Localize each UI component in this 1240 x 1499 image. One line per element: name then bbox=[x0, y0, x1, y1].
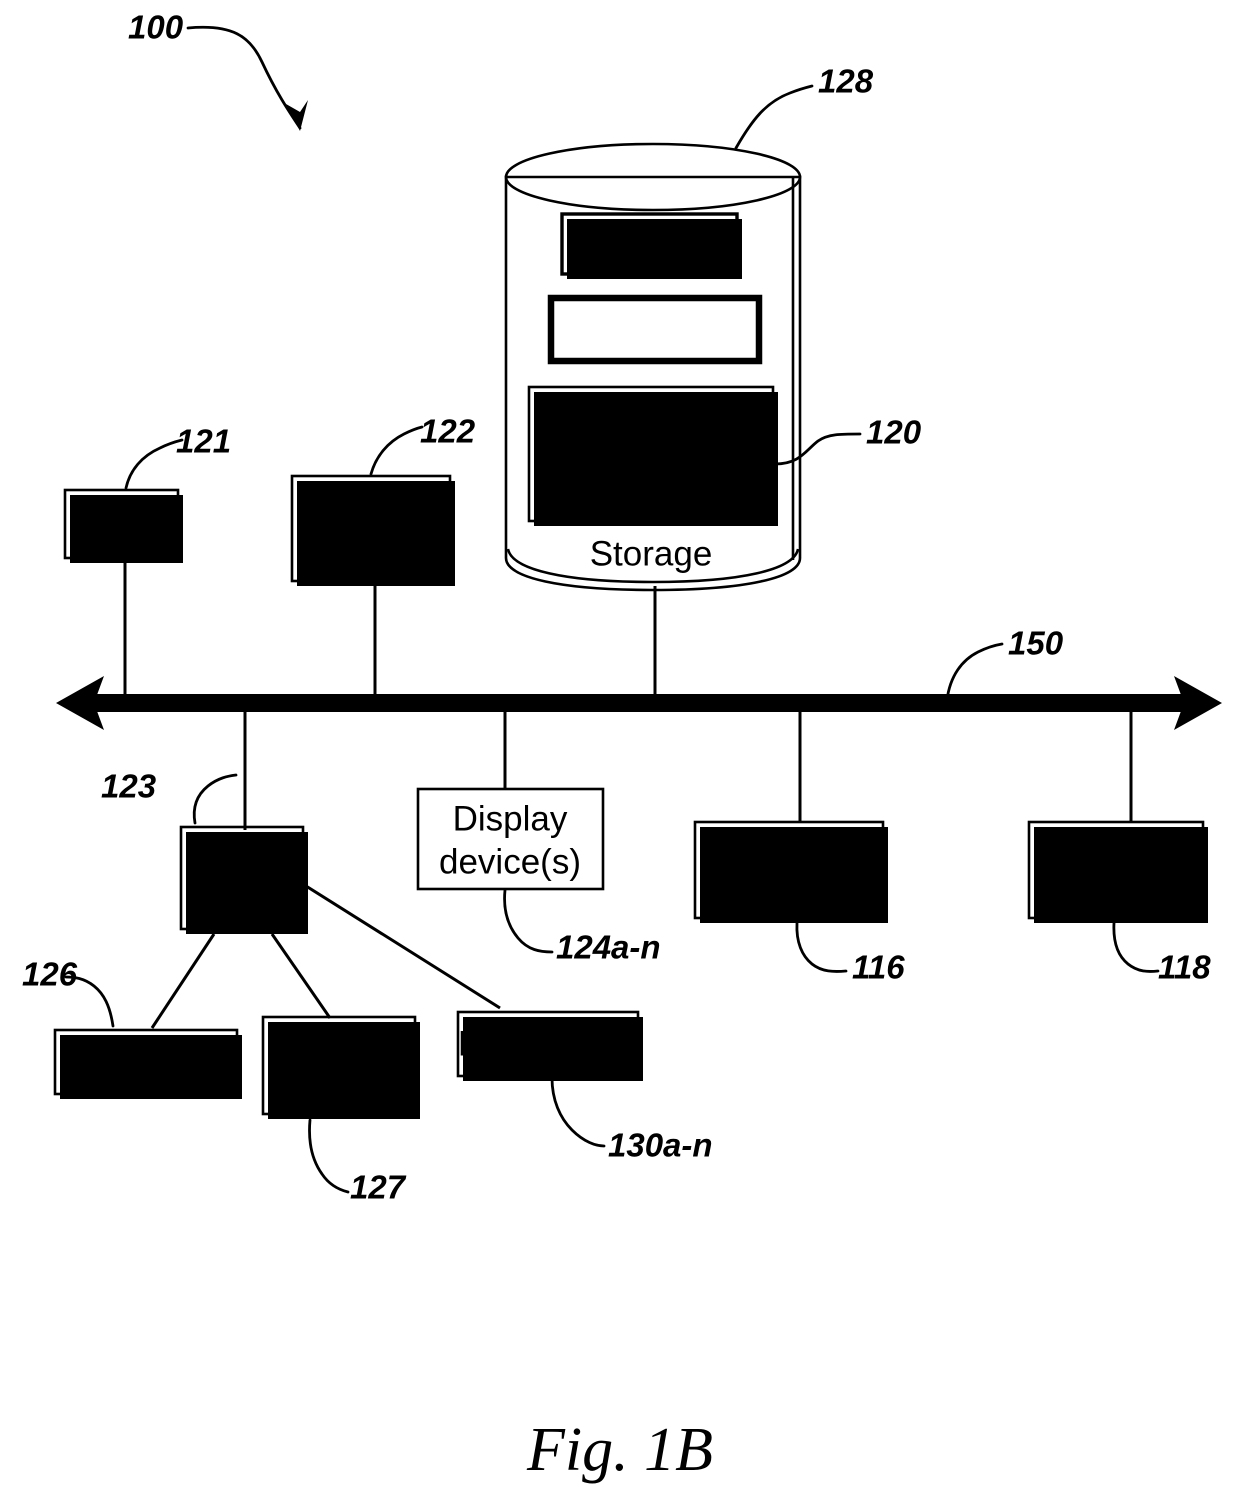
callout-130: 130a-n bbox=[550, 1076, 713, 1164]
diagram-canvas: 100 128 OS Software 120 Storage CPU 121 … bbox=[22, 9, 1222, 1484]
ref-number-150: 150 bbox=[1008, 625, 1064, 662]
connector-ioctrl-to-pointing bbox=[270, 933, 332, 1019]
figure-caption: Fig. 1B bbox=[526, 1416, 713, 1484]
callout-128: 128 bbox=[734, 63, 874, 150]
ref-number-116: 116 bbox=[852, 949, 905, 986]
installation-device-label-line2: Device bbox=[736, 875, 843, 914]
leader-line-128 bbox=[734, 84, 814, 150]
leader-line-100 bbox=[186, 25, 302, 130]
ref-number-120: 120 bbox=[866, 414, 922, 451]
leader-line-127 bbox=[308, 1118, 350, 1194]
main-memory-box: Main Memory bbox=[290, 474, 455, 586]
callout-118: 118 bbox=[1112, 921, 1211, 986]
leader-line-130 bbox=[550, 1076, 606, 1148]
leader-line-124 bbox=[503, 888, 554, 954]
ref-number-124: 124a-n bbox=[556, 929, 661, 966]
ref-number-126: 126 bbox=[22, 956, 78, 993]
leader-line-123 bbox=[192, 773, 238, 825]
ref-number-130: 130a-n bbox=[608, 1127, 713, 1164]
cpu-box-label: CPU bbox=[85, 504, 159, 543]
network-interface-label-line2: Interface bbox=[1048, 875, 1184, 914]
pointing-device-box: Pointing Device bbox=[261, 1015, 420, 1119]
connector-ioctrl-to-iodevices bbox=[305, 884, 501, 1010]
pointing-device-label-line2: Device bbox=[289, 1068, 390, 1105]
network-interface-box: Network Interface bbox=[1027, 820, 1208, 923]
ref-number-123: 123 bbox=[101, 768, 156, 805]
display-devices-box: Display device(s) bbox=[416, 787, 605, 891]
arrowhead-100 bbox=[286, 100, 308, 131]
leader-line-150 bbox=[945, 642, 1004, 702]
io-devices-box-label: I/O Devices bbox=[458, 1024, 639, 1063]
callout-122: 122 bbox=[369, 413, 476, 476]
system-callout-100: 100 bbox=[128, 9, 308, 131]
callout-126: 126 bbox=[22, 956, 115, 1028]
leader-line-116 bbox=[795, 921, 848, 973]
blank-slot-outline bbox=[547, 294, 763, 365]
leader-line-118 bbox=[1112, 921, 1160, 973]
leader-line-122 bbox=[369, 425, 424, 476]
installation-device-box: Installation Device bbox=[693, 820, 888, 923]
os-box: OS bbox=[560, 212, 742, 279]
system-bus bbox=[56, 676, 1222, 730]
display-devices-label-line1: Display bbox=[453, 799, 568, 838]
callout-120: 120 bbox=[773, 414, 922, 466]
io-ctrl-box: I/O CTRL bbox=[179, 825, 308, 934]
callout-127: 127 bbox=[308, 1118, 407, 1206]
ref-number-118: 118 bbox=[1158, 949, 1211, 986]
keyboard-box-label: Keyboard bbox=[71, 1042, 221, 1081]
callout-150: 150 bbox=[945, 625, 1064, 702]
storage-label: Storage bbox=[590, 534, 713, 573]
ref-number-121: 121 bbox=[176, 423, 231, 460]
ref-number-100: 100 bbox=[128, 9, 184, 46]
leader-line-120 bbox=[773, 432, 862, 466]
io-ctrl-label-line2: CTRL bbox=[195, 879, 286, 918]
installation-device-label-line1: Installation bbox=[705, 833, 872, 872]
blank-slot-box bbox=[547, 294, 763, 365]
bus-line bbox=[88, 694, 1196, 712]
ref-number-127: 127 bbox=[350, 1169, 407, 1206]
main-memory-label-line1: Main bbox=[333, 491, 409, 530]
leader-line-121 bbox=[124, 438, 184, 490]
connector-ioctrl-to-keyboard bbox=[150, 933, 216, 1029]
io-devices-box: I/O Devices bbox=[456, 1010, 643, 1081]
callout-123: 123 bbox=[101, 768, 238, 825]
main-memory-label-line2: Memory bbox=[308, 531, 435, 570]
cpu-box: CPU bbox=[63, 488, 183, 563]
ref-number-122: 122 bbox=[420, 413, 476, 450]
keyboard-box: Keyboard bbox=[53, 1028, 242, 1099]
software-box-label: Software bbox=[588, 422, 726, 461]
display-devices-label-line2: device(s) bbox=[439, 842, 581, 881]
os-box-label: OS bbox=[625, 224, 676, 263]
patent-figure-1b: 100 128 OS Software 120 Storage CPU 121 … bbox=[0, 0, 1240, 1499]
callout-121: 121 bbox=[124, 423, 231, 490]
callout-116: 116 bbox=[795, 921, 905, 986]
callout-124: 124a-n bbox=[503, 888, 661, 966]
ref-number-128: 128 bbox=[818, 63, 874, 100]
pointing-device-label-line1: Pointing bbox=[279, 1028, 398, 1065]
io-ctrl-label-line1: I/O bbox=[218, 838, 265, 877]
network-interface-label-line1: Network bbox=[1052, 833, 1181, 872]
